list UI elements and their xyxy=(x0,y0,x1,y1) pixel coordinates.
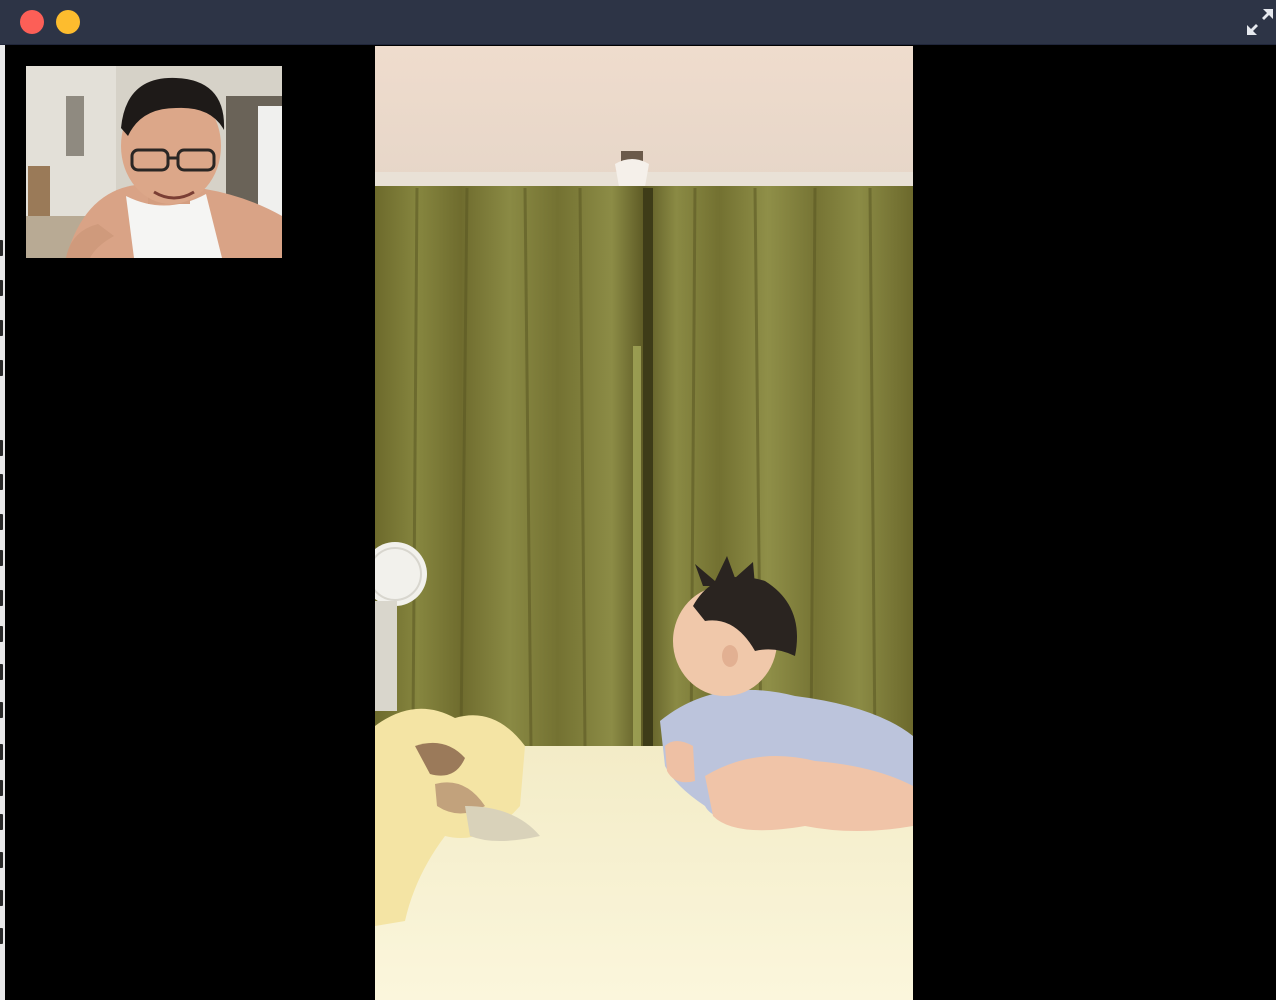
close-window-button[interactable] xyxy=(20,10,44,34)
video-call-window xyxy=(0,0,1276,1000)
remote-video-frame xyxy=(375,46,913,1000)
remote-video[interactable] xyxy=(375,46,913,1000)
call-stage xyxy=(5,45,1276,1000)
self-view-frame xyxy=(26,66,282,258)
fullscreen-button[interactable] xyxy=(1246,8,1274,36)
minimize-window-button[interactable] xyxy=(56,10,80,34)
title-bar xyxy=(0,0,1276,45)
expand-arrows-icon xyxy=(1247,9,1273,35)
self-view[interactable] xyxy=(26,66,282,258)
